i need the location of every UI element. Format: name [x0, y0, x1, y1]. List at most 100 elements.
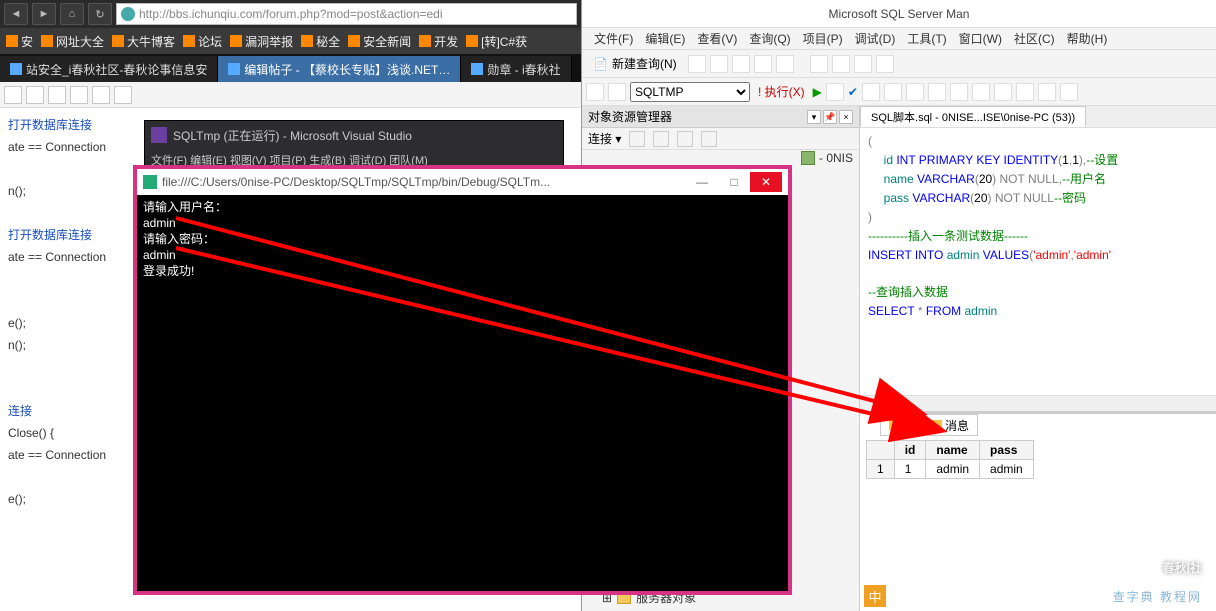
new-query-button[interactable]: 📄 新建查询(N) — [586, 52, 684, 75]
toolbar-icon[interactable] — [862, 83, 880, 101]
vs-titlebar[interactable]: SQLTmp (正在运行) - Microsoft Visual Studio — [145, 121, 563, 149]
bookmark-item[interactable]: 开发 — [419, 33, 458, 50]
toolbar-icon[interactable] — [972, 83, 990, 101]
toolbar-icon[interactable] — [876, 55, 894, 73]
save-icon[interactable] — [832, 55, 850, 73]
database-select[interactable]: SQLTMP — [630, 82, 750, 102]
bookmark-icon — [112, 35, 124, 47]
menu-community[interactable]: 社区(C) — [1014, 30, 1055, 47]
toolbar-icon[interactable] — [754, 55, 772, 73]
menu-query[interactable]: 查询(Q) — [749, 30, 790, 47]
toolbar-icon[interactable] — [48, 86, 66, 104]
toolbar-icon[interactable] — [653, 131, 669, 147]
toolbar-icon[interactable] — [732, 55, 750, 73]
bookmark-item[interactable]: 漏洞举报 — [230, 33, 293, 50]
bookmark-item[interactable]: 安 — [6, 33, 33, 50]
col-name[interactable]: name — [926, 441, 980, 460]
ssms-toolbar-1: 📄 新建查询(N) — [582, 50, 1216, 78]
menu-window[interactable]: 窗口(W) — [959, 30, 1002, 47]
bookmark-item[interactable]: 大牛博客 — [112, 33, 175, 50]
browser-tabstrip: 站安全_i春秋社区-春秋论事信息安 编辑帖子 - 【蔡校长专贴】浅谈.NET… … — [0, 54, 581, 82]
cell[interactable]: admin — [980, 460, 1034, 479]
minimize-button[interactable]: — — [686, 172, 718, 192]
server-node[interactable]: - 0NIS — [819, 151, 853, 165]
toolbar-icon[interactable] — [928, 83, 946, 101]
stop-icon[interactable] — [826, 83, 844, 101]
bookmark-item[interactable]: [转]C#获 — [466, 33, 527, 50]
debug-play-icon[interactable]: ▶ — [813, 85, 822, 99]
results-tab[interactable]: 结 — [880, 414, 923, 436]
sql-editor[interactable]: ( id INT PRIMARY KEY IDENTITY(1,1),--设置 … — [860, 128, 1216, 395]
connect-button[interactable]: 连接 ▾ — [588, 130, 621, 147]
url-bar[interactable]: http://bbs.ichunqiu.com/forum.php?mod=po… — [116, 3, 577, 25]
grid-icon — [889, 420, 899, 430]
sql-tab[interactable]: SQL脚本.sql - 0NISE...ISE\0nise-PC (53)) — [860, 106, 1086, 127]
console-output: 请输入用户名： admin 请输入密码： admin 登录成功! — [137, 195, 788, 283]
browser-tab[interactable]: 站安全_i春秋社区-春秋论事信息安 — [0, 56, 218, 82]
toolbar-icon[interactable] — [701, 131, 717, 147]
table-row[interactable]: 1 1 admin admin — [867, 460, 1034, 479]
open-icon[interactable] — [810, 55, 828, 73]
outdent-icon[interactable] — [1060, 83, 1078, 101]
toolbar-icon[interactable] — [26, 86, 44, 104]
toolbar-icon[interactable] — [710, 55, 728, 73]
panel-pin-icon[interactable]: 📌 — [823, 110, 837, 124]
console-titlebar[interactable]: file:///C:/Users/0nise-PC/Desktop/SQLTmp… — [137, 169, 788, 195]
menu-tools[interactable]: 工具(T) — [907, 30, 946, 47]
menu-view[interactable]: 查看(V) — [697, 30, 737, 47]
cell[interactable]: admin — [926, 460, 980, 479]
browser-tab[interactable]: 勋章 - i春秋社 — [461, 56, 571, 82]
menu-help[interactable]: 帮助(H) — [1067, 30, 1108, 47]
toolbar-icon[interactable] — [629, 131, 645, 147]
results-grid[interactable]: id name pass 1 1 admin admin — [860, 436, 1216, 611]
messages-tab[interactable]: 消息 — [923, 414, 978, 436]
indent-icon[interactable] — [1038, 83, 1056, 101]
cell[interactable]: 1 — [894, 460, 926, 479]
col-id[interactable]: id — [894, 441, 926, 460]
menu-file[interactable]: 文件(F) — [594, 30, 633, 47]
toolbar-icon[interactable] — [950, 83, 968, 101]
toolbar-icon[interactable] — [677, 131, 693, 147]
watermark-brand: 春秋|社 — [1129, 553, 1202, 581]
toolbar-icon[interactable] — [1016, 83, 1034, 101]
bookmark-item[interactable]: 安全新闻 — [348, 33, 411, 50]
close-button[interactable]: ✕ — [750, 172, 782, 192]
toolbar-icon[interactable] — [994, 83, 1012, 101]
toolbar-icon[interactable] — [906, 83, 924, 101]
editor-scrollbar[interactable] — [860, 395, 1216, 411]
bookmark-item[interactable]: 网址大全 — [41, 33, 104, 50]
toolbar-icon[interactable] — [776, 55, 794, 73]
nav-home-button[interactable]: ⌂ — [60, 3, 84, 25]
console-icon — [143, 175, 157, 189]
toolbar-icon[interactable] — [70, 86, 88, 104]
bookmark-item[interactable]: 论坛 — [183, 33, 222, 50]
maximize-button[interactable]: □ — [718, 172, 750, 192]
toolbar-icon[interactable] — [884, 83, 902, 101]
nav-refresh-button[interactable]: ↻ — [88, 3, 112, 25]
panel-close-icon[interactable]: × — [839, 110, 853, 124]
toolbar-icon[interactable] — [114, 86, 132, 104]
toolbar-icon[interactable] — [586, 83, 604, 101]
ime-indicator[interactable]: 中 — [864, 585, 886, 607]
toolbar-icon[interactable] — [92, 86, 110, 104]
nav-back-button[interactable]: ◄ — [4, 3, 28, 25]
browser-tab[interactable]: 编辑帖子 - 【蔡校长专贴】浅谈.NET… — [218, 56, 461, 82]
ssms-titlebar[interactable]: Microsoft SQL Server Man — [582, 0, 1216, 28]
toolbar-icon[interactable] — [4, 86, 22, 104]
panel-dropdown-icon[interactable]: ▾ — [807, 110, 821, 124]
bookmark-item[interactable]: 秘全 — [301, 33, 340, 50]
bookmark-icon — [419, 35, 431, 47]
toolbar-icon[interactable] — [608, 83, 626, 101]
menu-project[interactable]: 项目(P) — [803, 30, 843, 47]
menu-debug[interactable]: 调试(D) — [855, 30, 896, 47]
saveall-icon[interactable] — [854, 55, 872, 73]
execute-button[interactable]: ! 执行(X) — [754, 83, 809, 100]
message-icon — [932, 420, 942, 430]
object-explorer-toolbar: 连接 ▾ — [582, 128, 859, 150]
parse-icon[interactable]: ✔ — [848, 85, 858, 99]
nav-forward-button[interactable]: ► — [32, 3, 56, 25]
browser-navbar: ◄ ► ⌂ ↻ http://bbs.ichunqiu.com/forum.ph… — [0, 0, 581, 28]
toolbar-icon[interactable] — [688, 55, 706, 73]
menu-edit[interactable]: 编辑(E) — [645, 30, 685, 47]
col-pass[interactable]: pass — [980, 441, 1034, 460]
